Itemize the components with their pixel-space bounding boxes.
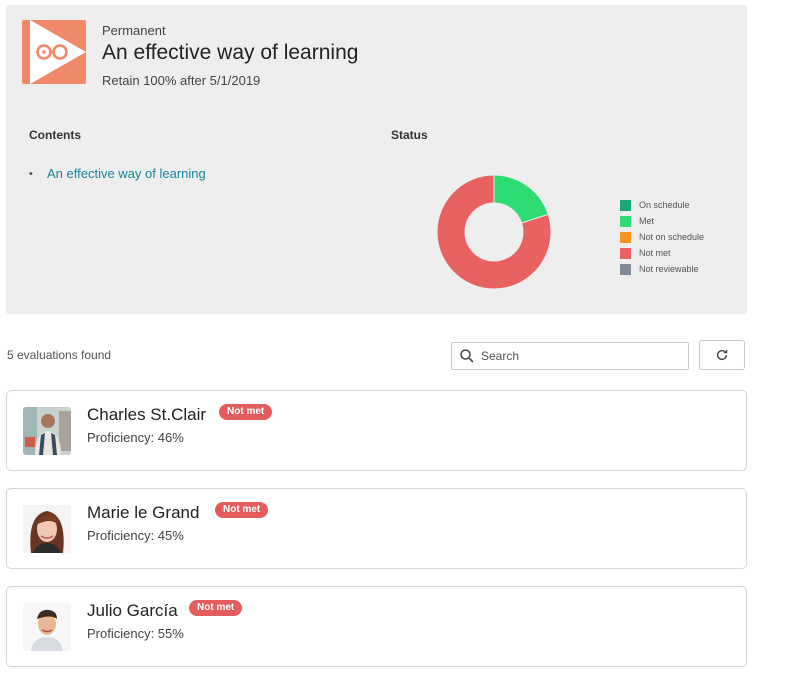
- path-kicker: Permanent: [102, 23, 166, 38]
- legend-item: Met: [620, 213, 704, 229]
- learner-name: Marie le Grand: [87, 503, 200, 522]
- legend-item: Not on schedule: [620, 229, 704, 245]
- status-badge: Not met: [215, 502, 269, 518]
- status-badge: Not met: [219, 404, 273, 420]
- legend-label: Not on schedule: [639, 232, 705, 242]
- donut-slice-met[interactable]: [493, 174, 549, 224]
- retention-rule: Retain 100% after 5/1/2019: [102, 73, 261, 88]
- legend-item: Not met: [620, 245, 704, 261]
- content-link[interactable]: An effective way of learning: [47, 166, 206, 181]
- legend-swatch: [620, 263, 631, 275]
- legend-swatch: [620, 231, 631, 243]
- page-title: An effective way of learning: [102, 41, 359, 64]
- results-count: 5 evaluations found: [7, 348, 112, 362]
- status-donut-chart: [436, 174, 552, 290]
- evaluation-card[interactable]: Marie le Grand Not met Proficiency: 45%: [6, 488, 747, 569]
- path-summary-panel: Permanent An effective way of learning R…: [6, 5, 747, 314]
- search-box: [451, 342, 689, 370]
- learner-name: Julio García: [87, 601, 178, 620]
- search-icon: [460, 349, 474, 363]
- play-glasses-logo: [22, 20, 86, 84]
- legend-label: Met: [639, 216, 655, 226]
- contents-label: Contents: [29, 128, 81, 142]
- bullet-icon: •: [29, 167, 33, 180]
- proficiency-value: Proficiency: 55%: [87, 626, 184, 641]
- legend-swatch: [620, 199, 631, 211]
- avatar: [23, 505, 71, 553]
- legend-swatch: [620, 215, 631, 227]
- contents-list: • An effective way of learning: [29, 166, 206, 181]
- refresh-button[interactable]: [699, 340, 745, 370]
- status-legend: On schedule Met Not on schedule Not met Not …: [620, 197, 704, 277]
- legend-item: On schedule: [620, 197, 704, 213]
- search-input[interactable]: [481, 349, 671, 363]
- list-item: • An effective way of learning: [29, 166, 206, 181]
- status-badge: Not met: [189, 600, 243, 616]
- learner-name: Charles St.Clair: [87, 405, 207, 424]
- legend-label: Not reviewable: [639, 264, 699, 274]
- avatar: [23, 407, 71, 455]
- legend-label: On schedule: [639, 200, 690, 210]
- proficiency-value: Proficiency: 45%: [87, 528, 184, 543]
- legend-swatch: [620, 247, 631, 259]
- refresh-icon: [716, 349, 728, 361]
- legend-item: Not reviewable: [620, 261, 704, 277]
- status-label: Status: [391, 128, 428, 142]
- evaluation-card[interactable]: Julio García Not met Proficiency: 55%: [6, 586, 747, 667]
- legend-label: Not met: [639, 248, 671, 258]
- avatar: [23, 603, 71, 651]
- evaluation-card[interactable]: Charles St.Clair Not met Proficiency: 46…: [6, 390, 747, 471]
- proficiency-value: Proficiency: 46%: [87, 430, 184, 445]
